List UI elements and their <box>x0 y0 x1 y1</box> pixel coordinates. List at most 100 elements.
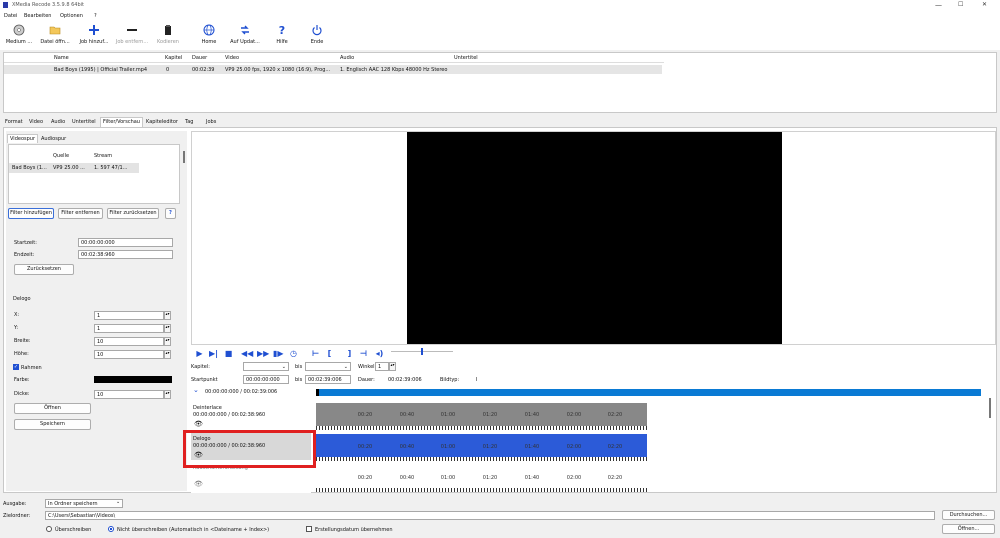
volume-icon[interactable]: ◂) <box>375 349 384 359</box>
tab-tag[interactable]: Tag <box>183 118 195 127</box>
skip-end-icon[interactable]: ▮▶ <box>273 349 284 359</box>
encode-button[interactable]: Kodieren <box>152 24 184 45</box>
frame-checkbox[interactable]: ✓ <box>13 364 19 370</box>
width-stepper[interactable]: ▴▾ <box>164 337 171 346</box>
strength-stepper[interactable]: ▴▾ <box>164 390 171 399</box>
update-button[interactable]: Auf Updat... <box>226 24 264 45</box>
maximize-button[interactable]: ☐ <box>958 1 963 8</box>
strength-field[interactable]: 10 <box>94 390 164 399</box>
track-table[interactable]: Quelle Stream Bad Boys (1... VP9 25.00 .… <box>8 144 180 204</box>
position-bar[interactable] <box>316 389 981 396</box>
menu-optionen[interactable]: Optionen <box>60 13 83 19</box>
open-file-button[interactable]: Datei öffn... <box>36 24 74 45</box>
ticks-row-3: 00:20 00:40 01:00 01:20 01:40 02:00 02:2… <box>316 475 647 483</box>
file-table[interactable]: Name Kapitel Dauer Video Audio Untertite… <box>3 52 997 113</box>
header-video[interactable]: Video <box>225 55 239 61</box>
track-deinterlace[interactable]: Deinterlace 00:00:00:000 / 00:02:38:960 … <box>191 402 311 429</box>
add-filter-button[interactable]: Filter hinzufügen <box>8 208 54 219</box>
eye-icon[interactable]: 👁 <box>194 420 203 428</box>
width-field[interactable]: 10 <box>94 337 164 346</box>
output-select[interactable]: In Ordner speichern <box>45 499 123 508</box>
delogo-save-button[interactable]: Speichern <box>14 419 91 430</box>
color-swatch[interactable] <box>94 376 172 383</box>
exit-button[interactable]: Ende <box>302 24 332 45</box>
medium-label: Medium ... <box>5 39 33 45</box>
fast-forward-icon[interactable]: ▶▶ <box>257 349 269 359</box>
track-scrollbar[interactable] <box>183 151 185 163</box>
tab-format[interactable]: Format <box>3 118 25 127</box>
tab-filter-vorschau[interactable]: Filter/Vorschau <box>100 117 143 127</box>
help-button[interactable]: ? Hilfe <box>267 24 297 45</box>
tab-audiospur[interactable]: Audiospur <box>39 135 68 144</box>
menu-datei[interactable]: Datei <box>4 13 17 19</box>
target-field[interactable]: C:\Users\Sebastian\Videos\ <box>45 511 935 520</box>
toolbar: Medium ... Datei öffn... Job hinzuf... J… <box>0 20 1000 50</box>
table-row[interactable]: Bad Boys (1... VP9 25.00 ... 1. 597 47/1… <box>9 163 139 173</box>
position-marker[interactable] <box>316 389 319 396</box>
timeline-scrollbar[interactable] <box>989 398 991 418</box>
close-button[interactable]: ✕ <box>982 1 987 8</box>
home-button[interactable]: Home <box>193 24 225 45</box>
browse-button[interactable]: Durchsuchen... <box>942 510 995 520</box>
header-name[interactable]: Name <box>54 55 69 61</box>
filter-help-button[interactable]: ? <box>165 208 176 219</box>
remove-filter-button[interactable]: Filter entfernen <box>58 208 103 219</box>
no-overwrite-radio[interactable] <box>108 526 114 532</box>
minimize-button[interactable]: — <box>935 1 942 9</box>
x-field[interactable]: 1 <box>94 311 164 320</box>
play-icon[interactable]: ▶ <box>195 349 204 359</box>
delogo-open-button[interactable]: Öffnen <box>14 403 91 414</box>
remove-job-button[interactable]: Job entfern... <box>113 24 151 45</box>
clock-icon[interactable]: ◷ <box>289 349 298 359</box>
volume-slider[interactable] <box>391 348 453 355</box>
keep-date-checkbox[interactable] <box>306 526 312 532</box>
tab-videospur[interactable]: Videospur <box>7 134 39 143</box>
tab-audio[interactable]: Audio <box>49 118 67 127</box>
x-stepper[interactable]: ▴▾ <box>164 311 171 320</box>
y-stepper[interactable]: ▴▾ <box>164 324 171 333</box>
mark-in-icon[interactable]: [ <box>325 349 334 359</box>
header-quelle[interactable]: Quelle <box>53 153 69 159</box>
header-audio[interactable]: Audio <box>340 55 354 61</box>
eye-icon[interactable]: 👁 <box>194 480 203 488</box>
reset-time-button[interactable]: Zurücksetzen <box>14 264 74 275</box>
open-folder-button[interactable]: Öffnen... <box>942 524 995 534</box>
set-end-icon[interactable]: ⊣ <box>359 349 368 359</box>
add-job-button[interactable]: Job hinzuf... <box>76 24 112 45</box>
chapter-from-select[interactable]: ⌄ <box>243 362 289 371</box>
header-stream[interactable]: Stream <box>94 153 112 159</box>
track-denoise[interactable]: Rauschunterdrückung 👁 <box>191 464 311 491</box>
mark-out-icon[interactable]: ] <box>345 349 354 359</box>
height-stepper[interactable]: ▴▾ <box>164 350 171 359</box>
chapter-to-select[interactable]: ⌄ <box>305 362 351 371</box>
tab-kapiteleditor[interactable]: Kapiteleditor <box>144 118 180 127</box>
angle-field[interactable]: 1 <box>375 362 389 371</box>
menu-help[interactable]: ? <box>94 13 97 19</box>
endpoint-field[interactable]: 00:02:39:006 <box>305 375 351 384</box>
tab-jobs[interactable]: Jobs <box>204 118 218 127</box>
medium-button[interactable]: Medium ... <box>2 24 36 45</box>
height-field[interactable]: 10 <box>94 350 164 359</box>
start-time-field[interactable]: 00:00:00:000 <box>78 238 173 247</box>
menu-bearbeiten[interactable]: Bearbeiten <box>24 13 51 19</box>
table-row[interactable]: Bad Boys (1995) | Official Trailer.mp4 0… <box>4 65 662 74</box>
angle-stepper[interactable]: ▴▾ <box>389 362 396 371</box>
header-dauer[interactable]: Dauer <box>192 55 207 61</box>
stop-icon[interactable]: ■ <box>224 349 233 359</box>
header-untertitel[interactable]: Untertitel <box>454 55 478 61</box>
rewind-icon[interactable]: ◀◀ <box>241 349 253 359</box>
angle-label: Winkel <box>358 364 375 370</box>
reset-filter-button[interactable]: Filter zurücksetzen <box>107 208 159 219</box>
y-field[interactable]: 1 <box>94 324 164 333</box>
overwrite-radio[interactable] <box>46 526 52 532</box>
collapse-chevron-icon[interactable]: ⌄ <box>193 386 199 394</box>
end-time-field[interactable]: 00:02:38:960 <box>78 250 173 259</box>
video-frame[interactable] <box>407 132 782 344</box>
header-kapitel[interactable]: Kapitel <box>165 55 182 61</box>
step-forward-icon[interactable]: ▶| <box>209 349 218 359</box>
tab-video[interactable]: Video <box>27 118 45 127</box>
volume-thumb[interactable] <box>421 348 423 355</box>
set-start-icon[interactable]: ⊢ <box>311 349 320 359</box>
tab-untertitel[interactable]: Untertitel <box>70 118 98 127</box>
startpoint-field[interactable]: 00:00:00:000 <box>243 375 289 384</box>
